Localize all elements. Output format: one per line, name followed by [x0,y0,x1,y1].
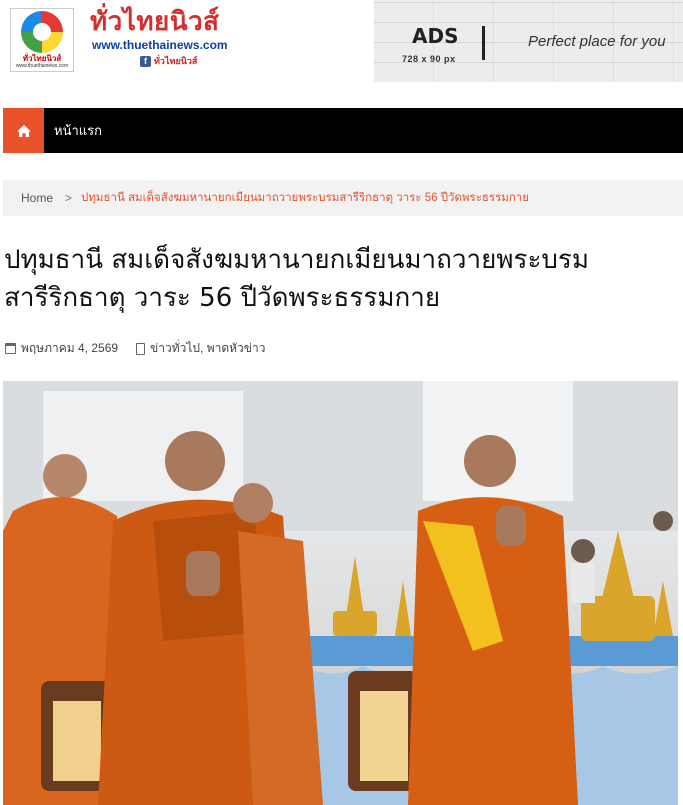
featured-image-illustration [3,381,678,805]
article-date[interactable]: พฤษภาคม 4, 2569 [21,339,118,358]
breadcrumb-current: ปทุมธานี สมเด็จสังฆมหานายกเมียนมาถวายพระ… [81,192,529,204]
facebook-icon: f [140,55,151,67]
nav-item-home[interactable]: หน้าแรก [54,120,102,141]
document-icon [136,342,146,355]
ad-tagline: Perfect place for you [528,33,666,50]
breadcrumb-home-link[interactable]: Home [21,191,53,205]
article-title: ปทุมธานี สมเด็จสังฆมหานายกเมียนมาถวายพระ… [4,245,590,313]
site-header: ทั่วไทยนิวส์ www.thuethainews.com ทั่วไท… [0,0,683,92]
logo-emblem: ทั่วไทยนิวส์ www.thuethainews.com [10,8,74,72]
article-categories[interactable]: ข่าวทั่วไป, พาดหัวข่าว [150,339,265,358]
featured-image[interactable] [3,381,678,805]
logo-small-text: ทั่วไทยนิวส์ [22,54,62,63]
article-meta: พฤษภาคม 4, 2569 ข่าวทั่วไป, พาดหัวข่าว [5,339,265,358]
main-nav: หน้าแรก [3,108,683,153]
ad-divider [482,26,485,60]
ad-label: ADS [412,24,459,48]
brand-url: www.thuethainews.com [92,38,228,52]
ad-size: 728 x 90 px [402,54,456,64]
brand-facebook: f ทั่วไทยนิวส์ [140,54,228,68]
logo-circle-icon [21,11,63,53]
calendar-icon [5,343,16,354]
article-categories-block: ข่าวทั่วไป, พาดหัวข่าว [136,339,265,358]
logo-small-url: www.thuethainews.com [15,63,69,69]
brand-name: ทั่วไทยนิวส์ [90,7,220,37]
site-logo[interactable]: ทั่วไทยนิวส์ www.thuethainews.com ทั่วไท… [10,6,228,72]
ad-banner[interactable]: ADS 728 x 90 px Perfect place for you [374,0,683,82]
breadcrumb: Home > ปทุมธานี สมเด็จสังฆมหานายกเมียนมา… [3,180,683,216]
home-button[interactable] [3,108,44,153]
brand-block: ทั่วไทยนิวส์ www.thuethainews.com f ทั่ว… [90,6,228,68]
facebook-name: ทั่วไทยนิวส์ [154,56,198,66]
breadcrumb-separator: > [65,191,73,205]
home-icon [16,124,31,137]
